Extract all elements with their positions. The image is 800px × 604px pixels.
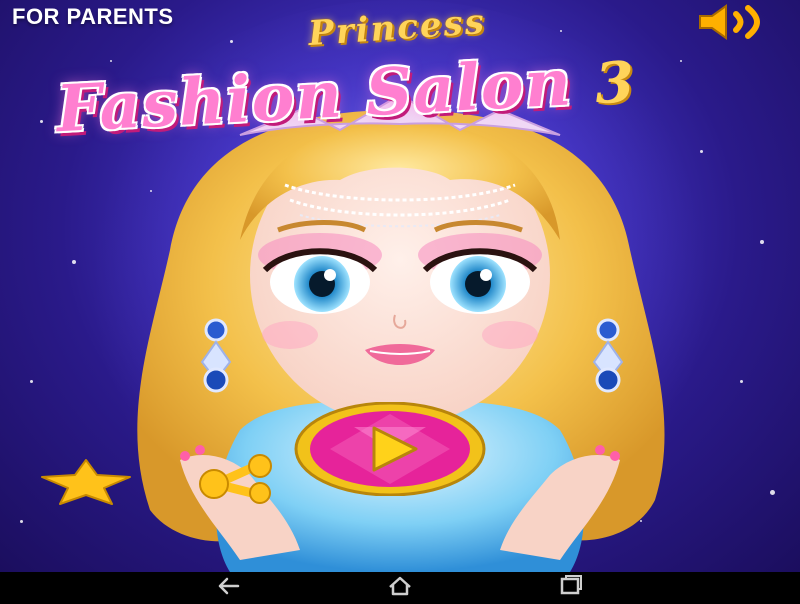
title-number: 3 bbox=[593, 49, 637, 118]
play-button[interactable] bbox=[294, 401, 486, 497]
for-parents-button[interactable]: FOR PARENTS bbox=[12, 4, 174, 30]
share-button[interactable] bbox=[194, 454, 280, 504]
sound-toggle-button[interactable] bbox=[696, 4, 776, 40]
star-icon bbox=[41, 459, 131, 505]
speaker-volume-icon bbox=[699, 4, 760, 40]
share-icon bbox=[199, 454, 272, 504]
princess-illustration bbox=[137, 93, 665, 572]
home-icon bbox=[389, 576, 411, 596]
recents-icon bbox=[560, 575, 582, 595]
game-start-screen: Princess Fashion Salon 3 FOR PARENTS bbox=[0, 0, 800, 572]
nav-home-button[interactable] bbox=[370, 572, 430, 600]
system-navigation-bar bbox=[0, 572, 800, 600]
rate-star-button[interactable] bbox=[38, 458, 134, 506]
nav-back-button[interactable] bbox=[200, 572, 260, 600]
nav-recents-button[interactable] bbox=[540, 572, 600, 600]
back-arrow-icon bbox=[218, 577, 240, 595]
